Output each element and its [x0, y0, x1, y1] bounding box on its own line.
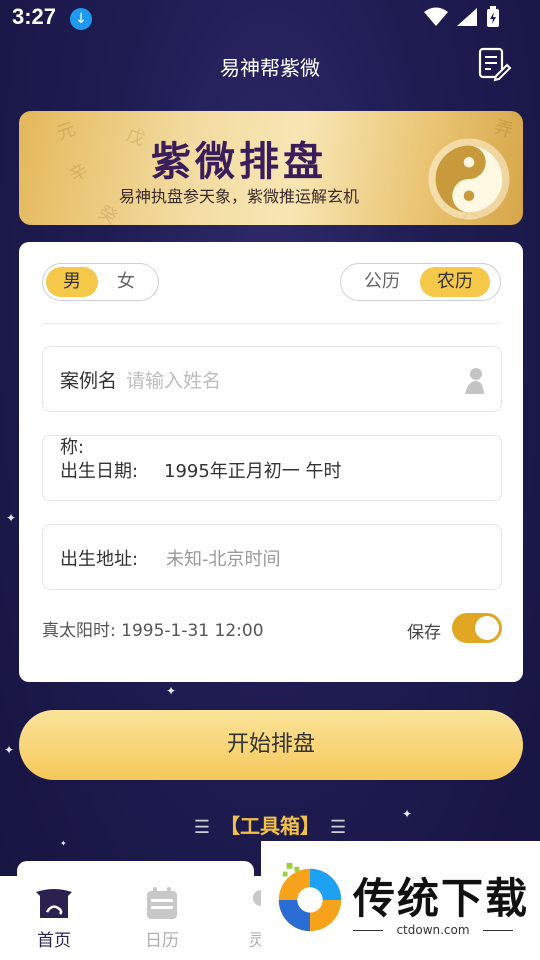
nav-item-home[interactable]: 首页 [9, 884, 99, 951]
gender-selector: 男 女 [42, 263, 159, 301]
toolbox-heading: ☰ 【工具箱】 ☰ [0, 810, 540, 839]
edit-records-button[interactable] [476, 46, 512, 82]
banner-title: 紫微排盘 [151, 138, 327, 185]
star-decoration: ✦ [166, 684, 177, 698]
app-title: 易神帮紫微 [220, 56, 320, 80]
battery-icon [487, 6, 499, 27]
true-solar-time: 真太阳时: 1995-1-31 12:00 [42, 621, 264, 641]
download-icon: ↓ [70, 8, 92, 30]
star-decoration: ✦ [4, 743, 15, 757]
status-time: 3:27 [12, 4, 57, 29]
case-name-input[interactable]: 请输入姓名 [126, 366, 221, 393]
menu-bars-icon: ☰ [330, 817, 347, 838]
birth-place-field[interactable]: 出生地址: 未知-北京时间 [42, 524, 502, 590]
star-decoration: ✦ [6, 511, 17, 525]
nav-label-calendar: 日历 [145, 931, 179, 951]
wifi-icon [424, 7, 448, 26]
calendar-option-lunar[interactable]: 农历 [420, 267, 490, 297]
home-icon [36, 889, 72, 918]
nav-label-home: 首页 [37, 931, 71, 951]
case-name-label: 案例名 [60, 370, 118, 392]
toggle-knob [475, 616, 499, 640]
gender-option-male[interactable]: 男 [46, 267, 98, 297]
yin-yang-icon [428, 138, 510, 220]
watermark-rule [483, 930, 513, 931]
watermark-brand: 传统下载 [353, 874, 530, 923]
star-decoration: ✦ [60, 839, 67, 848]
calendar-icon [147, 887, 177, 919]
status-bar: 3:27 ↓ [0, 0, 540, 36]
hero-banner: 元 戊 辛 癸 弄 天 紫微排盘 易神执盘参天象，紫微推运解玄机 [19, 111, 523, 225]
banner-subtitle: 易神执盘参天象，紫微推运解玄机 [118, 187, 359, 206]
divider [42, 323, 500, 324]
start-chart-button[interactable]: 开始排盘 [19, 710, 523, 780]
birth-date-label: 出生日期: [60, 461, 139, 482]
toolbox-title: 【工具箱】 [220, 814, 320, 838]
birth-place-label: 出生地址: [60, 549, 139, 570]
nav-item-calendar[interactable]: 日历 [117, 884, 207, 951]
gender-option-female[interactable]: 女 [98, 267, 154, 297]
birth-date-field[interactable]: 称: 出生日期: 1995年正月初一 午时 [42, 435, 502, 501]
birth-date-value[interactable]: 1995年正月初一 午时 [164, 457, 342, 483]
calendar-option-solar[interactable]: 公历 [344, 267, 420, 297]
calendar-selector: 公历 农历 [340, 263, 501, 301]
birth-place-value[interactable]: 未知-北京时间 [166, 545, 281, 571]
watermark-logo-icon [278, 862, 342, 932]
menu-bars-icon: ☰ [193, 817, 210, 838]
signal-icon [457, 8, 477, 26]
system-icons [424, 6, 500, 28]
birth-date-label-wrap: 称: [60, 437, 85, 458]
edit-icon [478, 47, 512, 82]
case-name-field[interactable]: 案例名 请输入姓名 [42, 346, 502, 412]
contact-icon[interactable] [465, 366, 485, 394]
save-toggle[interactable] [452, 613, 502, 643]
watermark-overlay: 传统下载 ctdown.com [261, 841, 540, 960]
save-label: 保存 [407, 623, 441, 643]
chart-input-card: 男 女 公历 农历 案例名 请输入姓名 称: 出生日期: 1995年正月初一 午… [19, 242, 523, 682]
